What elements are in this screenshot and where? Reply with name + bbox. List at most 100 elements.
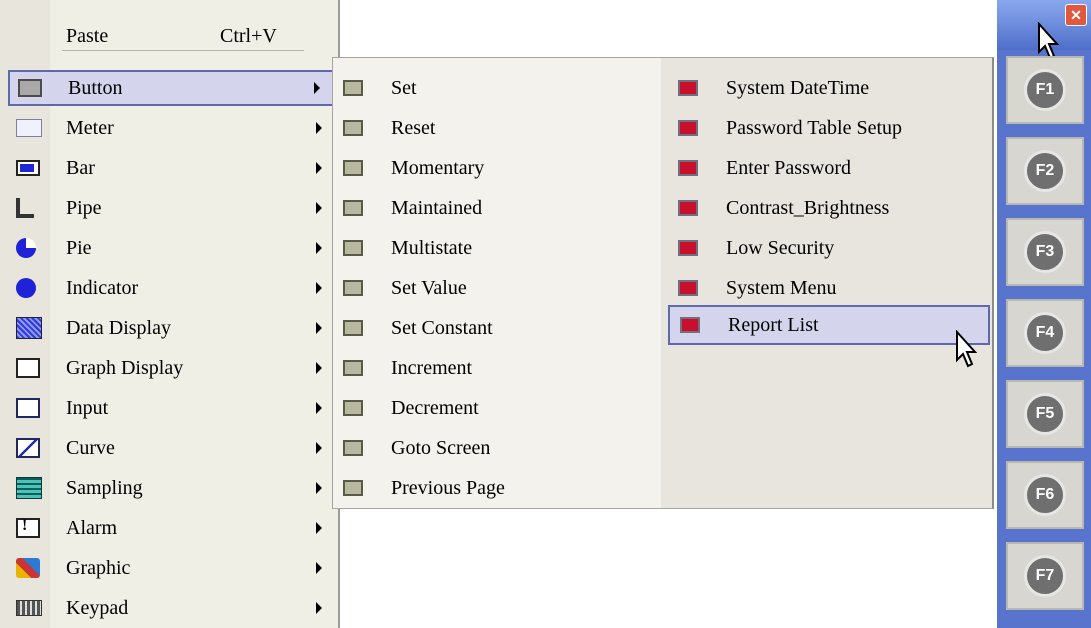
menu-item-label: Button xyxy=(68,76,123,99)
menu-item-label: Alarm xyxy=(66,516,118,539)
menu-item-paste[interactable]: Paste Ctrl+V xyxy=(8,18,334,54)
submenu-item-decrement[interactable]: Decrement xyxy=(333,390,662,426)
graphic-icon xyxy=(16,558,40,578)
menu-item-input[interactable]: Input xyxy=(8,390,334,426)
menu-item-pipe[interactable]: Pipe xyxy=(8,190,334,226)
menu-item-indicator[interactable]: Indicator xyxy=(8,270,334,306)
indicator-icon xyxy=(16,278,36,298)
f3-key-button[interactable]: F3 xyxy=(1006,218,1084,286)
button-icon xyxy=(343,360,363,376)
submenu-item-increment[interactable]: Increment xyxy=(333,350,662,386)
fkey-label: F7 xyxy=(1024,555,1066,597)
menu-item-curve[interactable]: Curve xyxy=(8,430,334,466)
bar-icon xyxy=(16,160,40,176)
submenu-item-system-datetime[interactable]: System DateTime xyxy=(668,70,990,106)
button-icon xyxy=(343,280,363,296)
submenu-item-contrast-brightness[interactable]: Contrast_Brightness xyxy=(668,190,990,226)
submenu-arrow-icon xyxy=(316,162,322,174)
pipe-icon xyxy=(16,198,34,218)
fkey-label: F4 xyxy=(1024,312,1066,354)
menu-item-label: Indicator xyxy=(66,276,139,299)
submenu-item-goto-screen[interactable]: Goto Screen xyxy=(333,430,662,466)
submenu-item-report-list[interactable]: Report List xyxy=(668,305,990,345)
submenu-item-label: Maintained xyxy=(391,196,483,219)
menu-item-alarm[interactable]: Alarm xyxy=(8,510,334,546)
f4-key-button[interactable]: F4 xyxy=(1006,299,1084,367)
menu-item-graph-display[interactable]: Graph Display xyxy=(8,350,334,386)
submenu-arrow-icon xyxy=(316,242,322,254)
system-button-icon xyxy=(678,80,698,96)
submenu-item-label: Reset xyxy=(391,116,436,139)
system-button-icon xyxy=(678,200,698,216)
submenu-item-label: Goto Screen xyxy=(391,436,491,459)
system-button-icon xyxy=(678,280,698,296)
submenu-item-low-security[interactable]: Low Security xyxy=(668,230,990,266)
submenu-arrow-icon xyxy=(314,82,320,94)
menu-item-label: Graph Display xyxy=(66,356,184,379)
f7-key-button[interactable]: F7 xyxy=(1006,542,1084,610)
button-icon xyxy=(343,320,363,336)
menu-item-sampling[interactable]: Sampling xyxy=(8,470,334,506)
submenu-item-maintained[interactable]: Maintained xyxy=(333,190,662,226)
function-key-panel: ✕ F1 F2 F3 F4 F5 F6 F7 xyxy=(997,0,1091,628)
menu-item-data-display[interactable]: Data Display xyxy=(8,310,334,346)
f6-key-button[interactable]: F6 xyxy=(1006,461,1084,529)
button-icon xyxy=(343,240,363,256)
submenu-item-label: Previous Page xyxy=(391,476,505,499)
submenu-item-set[interactable]: Set xyxy=(333,70,662,106)
curve-icon xyxy=(16,438,40,458)
system-button-icon xyxy=(678,120,698,136)
submenu-item-password-table-setup[interactable]: Password Table Setup xyxy=(668,110,990,146)
button-icon xyxy=(343,440,363,456)
fkey-label: F1 xyxy=(1024,69,1066,111)
data-display-icon xyxy=(16,317,42,339)
submenu-item-set-value[interactable]: Set Value xyxy=(333,270,662,306)
button-submenu: Set Reset Momentary Maintained Multistat… xyxy=(332,57,662,509)
f2-key-button[interactable]: F2 xyxy=(1006,137,1084,205)
f5-key-button[interactable]: F5 xyxy=(1006,380,1084,448)
submenu-item-label: Password Table Setup xyxy=(726,116,902,139)
menu-item-label: Input xyxy=(66,396,109,419)
submenu-item-label: System DateTime xyxy=(726,76,870,99)
button-icon xyxy=(343,80,363,96)
submenu-item-set-constant[interactable]: Set Constant xyxy=(333,310,662,346)
submenu-item-label: Low Security xyxy=(726,236,835,259)
menu-item-pie[interactable]: Pie xyxy=(8,230,334,266)
menu-item-label: Paste xyxy=(66,24,109,47)
system-submenu: System DateTime Password Table Setup Ent… xyxy=(661,57,994,509)
menu-item-label: Meter xyxy=(66,116,114,139)
submenu-item-momentary[interactable]: Momentary xyxy=(333,150,662,186)
submenu-item-label: Multistate xyxy=(391,236,473,259)
menu-item-label: Sampling xyxy=(66,476,143,499)
keypad-icon xyxy=(16,600,42,616)
f1-key-button[interactable]: F1 xyxy=(1006,56,1084,124)
system-button-icon xyxy=(680,317,700,333)
submenu-item-reset[interactable]: Reset xyxy=(333,110,662,146)
submenu-item-system-menu[interactable]: System Menu xyxy=(668,270,990,306)
menu-item-meter[interactable]: Meter xyxy=(8,110,334,146)
submenu-item-label: Momentary xyxy=(391,156,485,179)
system-button-icon xyxy=(678,240,698,256)
menu-item-button[interactable]: Button xyxy=(8,70,334,106)
menu-item-label: Pipe xyxy=(66,196,102,219)
button-icon xyxy=(343,480,363,496)
submenu-arrow-icon xyxy=(316,322,322,334)
button-icon xyxy=(343,200,363,216)
close-icon[interactable]: ✕ xyxy=(1065,4,1087,26)
fkey-label: F2 xyxy=(1024,150,1066,192)
menu-item-label: Curve xyxy=(66,436,115,459)
menu-item-label: Data Display xyxy=(66,316,171,339)
submenu-item-multistate[interactable]: Multistate xyxy=(333,230,662,266)
button-icon xyxy=(343,120,363,136)
context-menu: Paste Ctrl+V Button Meter Bar Pipe Pie I… xyxy=(0,0,340,628)
menu-item-keypad[interactable]: Keypad xyxy=(8,590,334,626)
submenu-arrow-icon xyxy=(316,482,322,494)
submenu-arrow-icon xyxy=(316,602,322,614)
menu-item-bar[interactable]: Bar xyxy=(8,150,334,186)
submenu-item-enter-password[interactable]: Enter Password xyxy=(668,150,990,186)
menu-item-graphic[interactable]: Graphic xyxy=(8,550,334,586)
submenu-item-previous-page[interactable]: Previous Page xyxy=(333,470,662,506)
submenu-item-label: Report List xyxy=(728,313,819,336)
input-icon xyxy=(16,398,40,418)
graph-display-icon xyxy=(16,358,40,378)
